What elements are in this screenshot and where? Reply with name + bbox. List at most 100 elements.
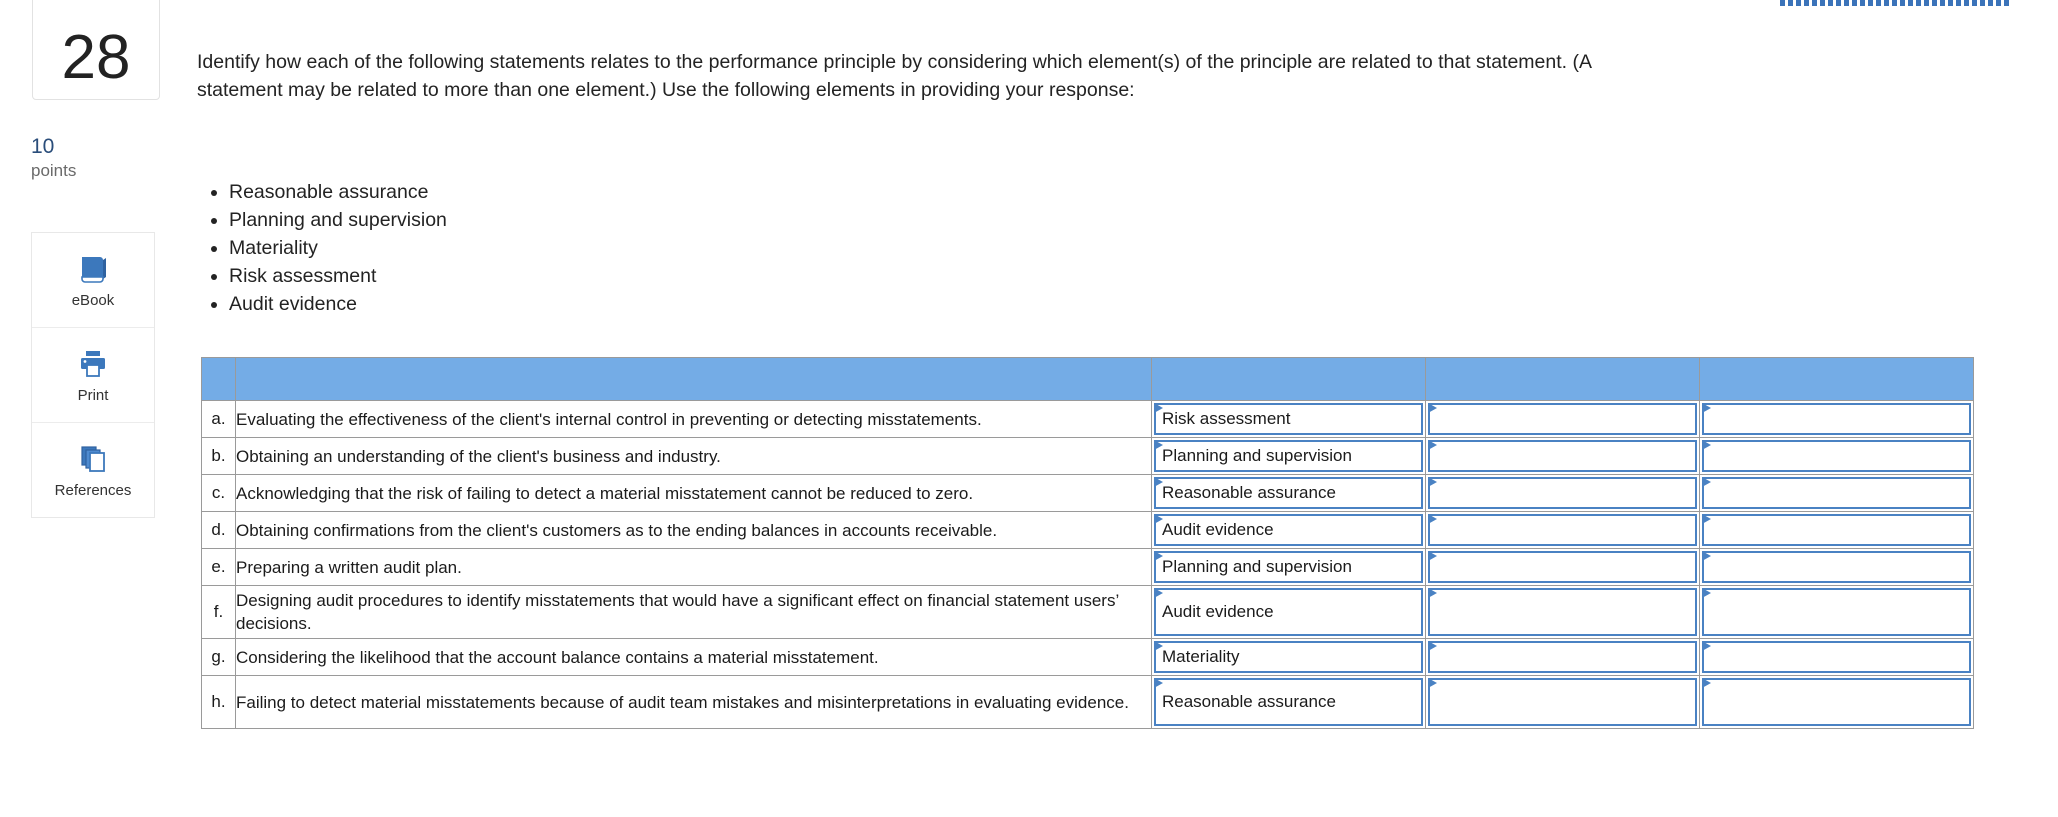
- dropdown-marker-icon: [1428, 551, 1437, 561]
- row-answer-cell-3: [1699, 675, 1974, 729]
- row-letter: c.: [201, 474, 236, 512]
- references-label: References: [54, 481, 132, 499]
- answer-dropdown[interactable]: [1702, 678, 1971, 726]
- row-statement: Obtaining an understanding of the client…: [235, 437, 1152, 475]
- row-statement: Evaluating the effectiveness of the clie…: [235, 400, 1152, 438]
- dropdown-marker-icon: [1428, 588, 1437, 598]
- row-letter: b.: [201, 437, 236, 475]
- table-row: e. Preparing a written audit plan. Plann…: [201, 548, 1974, 586]
- header-cell-element-3: [1699, 357, 1974, 401]
- dropdown-value: Risk assessment: [1162, 409, 1291, 428]
- answer-dropdown[interactable]: [1428, 403, 1697, 435]
- dropdown-value: Audit evidence: [1162, 602, 1274, 621]
- question-prompt: Identify how each of the following state…: [197, 51, 1591, 101]
- table-body: a. Evaluating the effectiveness of the c…: [201, 400, 1974, 729]
- row-letter: h.: [201, 675, 236, 729]
- table-row: d. Obtaining confirmations from the clie…: [201, 511, 1974, 549]
- answer-dropdown[interactable]: [1702, 403, 1971, 435]
- row-letter: d.: [201, 511, 236, 549]
- answer-dropdown[interactable]: [1702, 551, 1971, 583]
- row-answer-cell-2: [1425, 400, 1700, 438]
- answer-dropdown[interactable]: Reasonable assurance: [1154, 678, 1423, 726]
- row-statement: Preparing a written audit plan.: [235, 548, 1152, 586]
- references-icon: [76, 442, 110, 476]
- header-cell-element-2: [1425, 357, 1700, 401]
- answer-dropdown[interactable]: Materiality: [1154, 641, 1423, 673]
- left-rail: 28 10 points eBook Print References: [0, 0, 160, 817]
- row-answer-cell-2: [1425, 638, 1700, 676]
- answer-dropdown[interactable]: [1428, 678, 1697, 726]
- row-answer-cell-2: [1425, 548, 1700, 586]
- answer-dropdown[interactable]: [1702, 514, 1971, 546]
- header-cell-letter: [201, 357, 236, 401]
- row-letter: f.: [201, 585, 236, 639]
- dropdown-marker-icon: [1428, 641, 1437, 651]
- row-letter: g.: [201, 638, 236, 676]
- row-statement: Considering the likelihood that the acco…: [235, 638, 1152, 676]
- list-item: Risk assessment: [229, 262, 447, 290]
- points-value: 10: [31, 135, 55, 158]
- question-number-box: 28: [32, 0, 160, 100]
- row-answer-cell-1: Reasonable assurance: [1151, 474, 1426, 512]
- answer-dropdown[interactable]: [1428, 440, 1697, 472]
- row-answer-cell-1: Planning and supervision: [1151, 548, 1426, 586]
- dropdown-value: Materiality: [1162, 647, 1240, 666]
- dropdown-marker-icon: [1428, 403, 1437, 413]
- dropdown-marker-icon: [1428, 477, 1437, 487]
- answer-dropdown[interactable]: [1428, 641, 1697, 673]
- dropdown-marker-icon: [1702, 551, 1711, 561]
- row-answer-cell-3: [1699, 511, 1974, 549]
- row-answer-cell-3: [1699, 400, 1974, 438]
- row-answer-cell-1: Materiality: [1151, 638, 1426, 676]
- row-answer-cell-3: [1699, 437, 1974, 475]
- answer-dropdown[interactable]: [1428, 551, 1697, 583]
- row-statement: Acknowledging that the risk of failing t…: [235, 474, 1152, 512]
- answer-dropdown[interactable]: Reasonable assurance: [1154, 477, 1423, 509]
- header-cell-statement: [235, 357, 1152, 401]
- table-row: h. Failing to detect material misstateme…: [201, 675, 1974, 729]
- dropdown-value: Reasonable assurance: [1162, 692, 1336, 711]
- answer-dropdown[interactable]: [1428, 588, 1697, 636]
- table-row: c. Acknowledging that the risk of failin…: [201, 474, 1974, 512]
- row-statement: Designing audit procedures to identify m…: [235, 585, 1152, 639]
- dropdown-marker-icon: [1702, 641, 1711, 651]
- references-button[interactable]: References: [32, 423, 154, 517]
- answer-dropdown[interactable]: [1428, 514, 1697, 546]
- answer-dropdown[interactable]: [1428, 477, 1697, 509]
- points-block: 10 points: [31, 135, 151, 182]
- dropdown-marker-icon: [1702, 403, 1711, 413]
- row-statement: Failing to detect material misstatements…: [235, 675, 1152, 729]
- row-answer-cell-2: [1425, 474, 1700, 512]
- answer-dropdown[interactable]: Risk assessment: [1154, 403, 1423, 435]
- answer-dropdown[interactable]: Planning and supervision: [1154, 551, 1423, 583]
- answer-dropdown[interactable]: Audit evidence: [1154, 514, 1423, 546]
- print-label: Print: [77, 386, 109, 404]
- table-row: f. Designing audit procedures to identif…: [201, 585, 1974, 639]
- answer-dropdown[interactable]: [1702, 440, 1971, 472]
- row-answer-cell-1: Audit evidence: [1151, 511, 1426, 549]
- answer-dropdown[interactable]: [1702, 641, 1971, 673]
- elements-list: Reasonable assurance Planning and superv…: [197, 178, 447, 318]
- row-statement: Obtaining confirmations from the client'…: [235, 511, 1152, 549]
- row-answer-cell-3: [1699, 474, 1974, 512]
- answer-dropdown[interactable]: Audit evidence: [1154, 588, 1423, 636]
- answer-dropdown[interactable]: Planning and supervision: [1154, 440, 1423, 472]
- answer-dropdown[interactable]: [1702, 588, 1971, 636]
- ebook-button[interactable]: eBook: [32, 233, 154, 328]
- dropdown-marker-icon: [1428, 678, 1437, 688]
- printer-icon: [76, 347, 110, 381]
- row-answer-cell-2: [1425, 585, 1700, 639]
- list-item: Reasonable assurance: [229, 178, 447, 206]
- top-accent-dashes: [1780, 0, 2012, 6]
- print-button[interactable]: Print: [32, 328, 154, 423]
- answer-dropdown[interactable]: [1702, 477, 1971, 509]
- dropdown-value: Reasonable assurance: [1162, 483, 1336, 502]
- row-answer-cell-3: [1699, 585, 1974, 639]
- list-item: Planning and supervision: [229, 206, 447, 234]
- dropdown-marker-icon: [1702, 514, 1711, 524]
- row-answer-cell-1: Risk assessment: [1151, 400, 1426, 438]
- row-answer-cell-2: [1425, 675, 1700, 729]
- tool-panel: eBook Print References: [31, 232, 155, 518]
- dropdown-value: Planning and supervision: [1162, 446, 1352, 465]
- answer-table: a. Evaluating the effectiveness of the c…: [201, 357, 1974, 729]
